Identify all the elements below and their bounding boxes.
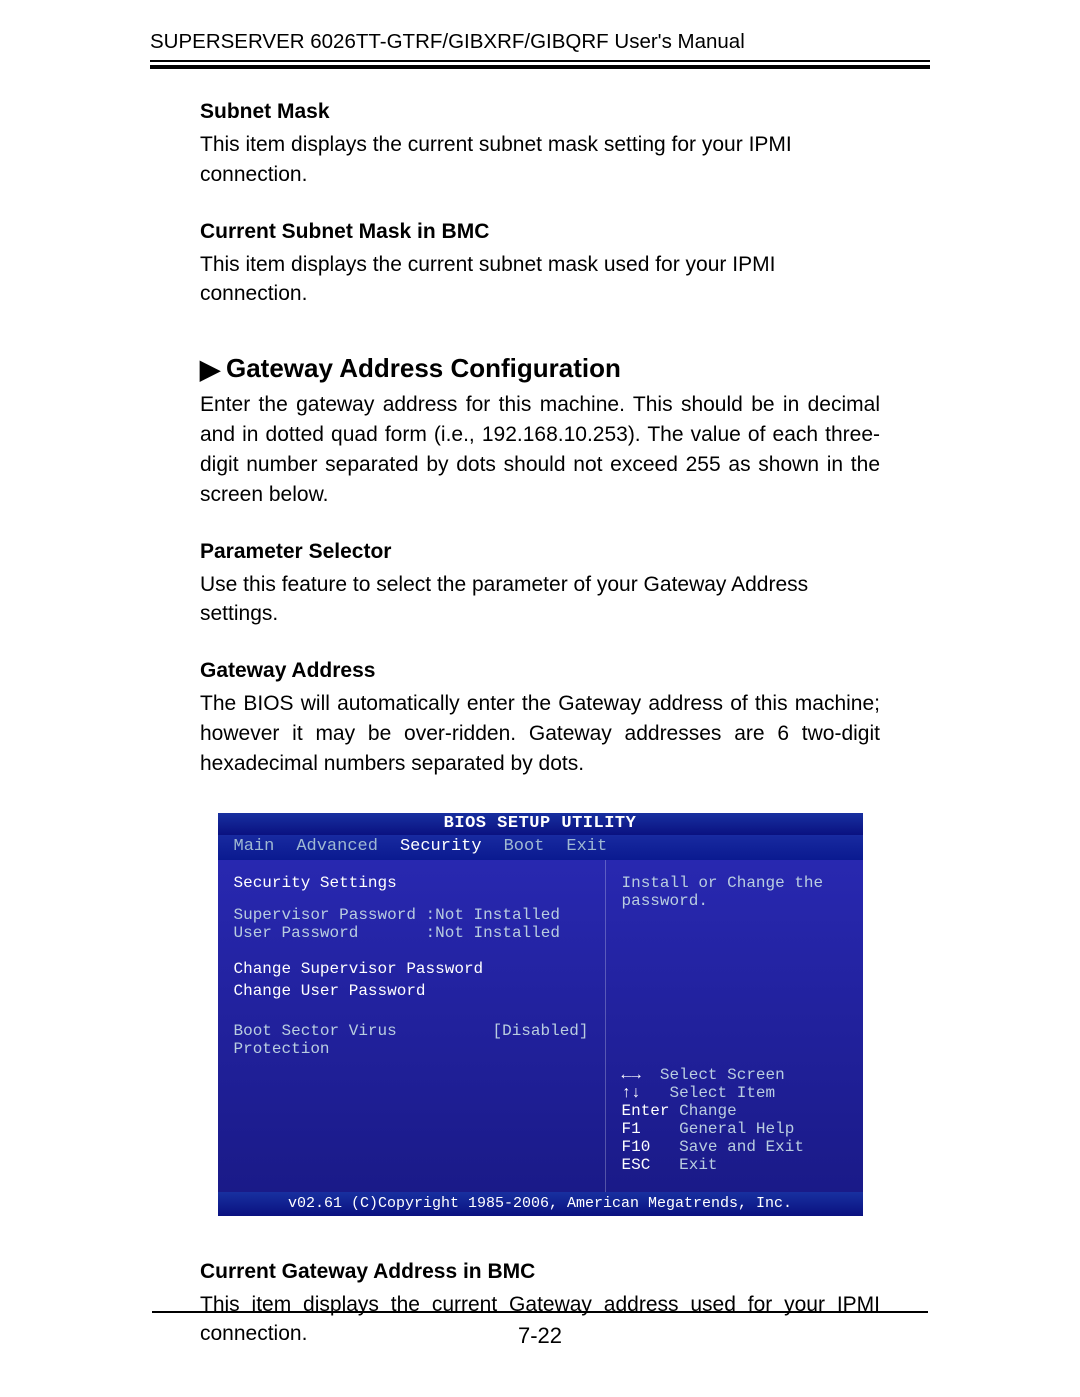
current-subnet-mask-bmc-body: This item displays the current subnet ma…	[200, 250, 880, 310]
gateway-config-title: Gateway Address Configuration	[226, 353, 621, 384]
bios-left-panel: Security Settings Supervisor Password :N…	[218, 860, 606, 1192]
bios-tab-advanced[interactable]: Advanced	[296, 837, 378, 856]
page-number: 7-22	[152, 1323, 928, 1349]
doc-header: SUPERSERVER 6026TT-GTRF/GIBXRF/GIBQRF Us…	[150, 30, 930, 60]
bios-user-pw: User Password :Not Installed	[234, 924, 589, 942]
parameter-selector-body: Use this feature to select the parameter…	[200, 570, 880, 630]
bios-change-supervisor[interactable]: Change Supervisor Password	[234, 960, 589, 978]
bios-tab-exit[interactable]: Exit	[566, 837, 607, 856]
bios-body: Security Settings Supervisor Password :N…	[218, 860, 863, 1192]
bios-supervisor-pw: Supervisor Password :Not Installed	[234, 906, 589, 924]
bios-key-exit: Exit	[650, 1156, 717, 1174]
bios-key-arrows-v: ↑↓	[622, 1084, 641, 1102]
header-rule	[150, 60, 930, 70]
bios-right-panel: Install or Change the password. ←→ Selec…	[606, 860, 863, 1192]
subnet-mask-title: Subnet Mask	[200, 100, 880, 124]
bios-tab-main[interactable]: Main	[234, 837, 275, 856]
bios-key-save-exit: Save and Exit	[650, 1138, 804, 1156]
parameter-selector-title: Parameter Selector	[200, 540, 880, 564]
bios-help-line1: Install or Change the	[622, 874, 847, 892]
body-inner: Subnet Mask This item displays the curre…	[150, 100, 930, 1349]
bios-key-f1: F1	[622, 1120, 641, 1138]
footer-rule	[152, 1311, 928, 1313]
gateway-address-body: The BIOS will automatically enter the Ga…	[200, 689, 880, 778]
gateway-config-heading: ▶ Gateway Address Configuration	[200, 353, 880, 384]
bios-key-change: Change	[670, 1102, 737, 1120]
bios-setup-screenshot: BIOS SETUP UTILITY Main Advanced Securit…	[218, 813, 863, 1216]
content-area: SUPERSERVER 6026TT-GTRF/GIBXRF/GIBQRF Us…	[150, 30, 930, 1397]
bios-tab-bar: Main Advanced Security Boot Exit	[218, 835, 863, 860]
bios-tab-boot[interactable]: Boot	[504, 837, 545, 856]
bios-key-enter: Enter	[622, 1102, 670, 1120]
gateway-address-title: Gateway Address	[200, 659, 880, 683]
bios-key-esc: ESC	[622, 1156, 651, 1174]
bios-help-line2: password.	[622, 892, 847, 910]
gateway-config-body: Enter the gateway address for this machi…	[200, 390, 880, 509]
bios-boot-sector-row[interactable]: Boot Sector Virus Protection [Disabled]	[234, 1022, 589, 1058]
bios-tab-security[interactable]: Security	[400, 837, 482, 856]
bios-help-text: Install or Change the password.	[622, 874, 847, 910]
subnet-mask-body: This item displays the current subnet ma…	[200, 130, 880, 190]
current-subnet-mask-bmc-title: Current Subnet Mask in BMC	[200, 220, 880, 244]
bios-change-user[interactable]: Change User Password	[234, 982, 589, 1000]
bios-key-general-help: General Help	[641, 1120, 795, 1138]
triangle-right-icon: ▶	[200, 356, 220, 382]
bios-key-select-item: Select Item	[641, 1084, 775, 1102]
bios-key-f10: F10	[622, 1138, 651, 1156]
bios-key-select-screen: Select Screen	[641, 1066, 785, 1084]
bios-boot-sector-value: [Disabled]	[492, 1022, 588, 1058]
bios-section-heading: Security Settings	[234, 874, 589, 892]
current-gateway-bmc-title: Current Gateway Address in BMC	[200, 1260, 880, 1284]
bios-key-arrows-h: ←→	[622, 1066, 641, 1084]
page: SUPERSERVER 6026TT-GTRF/GIBXRF/GIBQRF Us…	[0, 0, 1080, 1397]
bios-title: BIOS SETUP UTILITY	[218, 813, 863, 835]
bios-footer: v02.61 (C)Copyright 1985-2006, American …	[218, 1192, 863, 1216]
bios-key-legend: ←→ Select Screen ↑↓ Select Item Enter Ch…	[622, 1066, 847, 1174]
bios-boot-sector-label: Boot Sector Virus Protection	[234, 1022, 475, 1058]
page-footer: 7-22	[152, 1311, 928, 1349]
